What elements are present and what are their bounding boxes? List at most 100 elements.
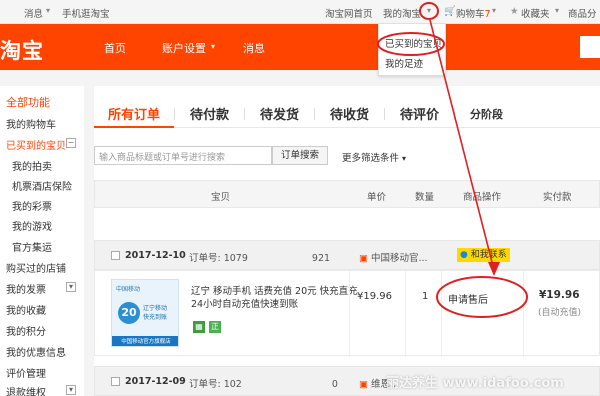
- contact-seller-button[interactable]: ● 和我联系: [457, 248, 510, 262]
- thumb-brand: 中国移动: [116, 286, 141, 293]
- nav-home[interactable]: 首页: [104, 40, 126, 56]
- thumb-line-2: 快充到账: [143, 314, 168, 321]
- taobao-logo[interactable]: 淘宝: [0, 35, 44, 65]
- column-divider: [349, 271, 350, 357]
- sidebar-item-bought[interactable]: 已买到的宝贝: [6, 137, 66, 152]
- my-taobao-chevron-icon[interactable]: ▾: [427, 6, 431, 15]
- cart-chevron-icon[interactable]: ▾: [492, 6, 496, 15]
- dropdown-footprints[interactable]: 我的足迹: [385, 56, 423, 70]
- order-search-input[interactable]: 输入商品标题或订单号进行搜索: [94, 146, 272, 165]
- product-thumbnail[interactable]: 中国移动 20 辽宁移动 快充到账 中国移动官方旗舰店: [111, 279, 179, 347]
- unit-price: ¥19.96: [357, 291, 392, 302]
- product-title-link[interactable]: 辽宁 移动手机 话费充值 20元 快充直充 24小时自动充值快速到账: [191, 285, 361, 311]
- order-date: 2017-12-10: [125, 250, 186, 261]
- watermark: 丽达养生 www.idafoo.com: [386, 376, 564, 391]
- order-tabs: 所有订单 待付款 待发货 待收货 待评价 分阶段: [94, 100, 600, 128]
- expand-icon[interactable]: −: [66, 138, 76, 148]
- tab-installments[interactable]: 分阶段: [470, 106, 503, 122]
- paid-amount: ¥19.96: [539, 289, 580, 301]
- my-taobao-link[interactable]: 我的淘宝: [383, 6, 421, 20]
- sidebar-item-shipping[interactable]: 官方集运: [12, 239, 52, 254]
- column-divider: [523, 271, 524, 357]
- column-divider: [441, 271, 442, 357]
- tab-divider: [454, 108, 455, 120]
- sidebar-title: 全部功能: [6, 96, 50, 109]
- thumb-band: 中国移动官方旗舰店: [112, 336, 178, 346]
- my-taobao-dropdown: 已买到的宝贝 我的足迹: [378, 24, 446, 76]
- mobile-taobao-link[interactable]: 手机逛淘宝: [62, 6, 110, 20]
- orders-panel: 所有订单 待付款 待发货 待收货 待评价 分阶段 输入商品标题或订单号进行搜索 …: [94, 86, 600, 396]
- cart-link[interactable]: 购物车7: [456, 6, 491, 20]
- column-header-item: 宝贝: [211, 192, 231, 203]
- thumb-value: 20: [118, 302, 140, 324]
- sidebar: 全部功能 我的购物车 已买到的宝贝 − 我的拍卖 机票酒店保险 我的彩票 我的游…: [0, 86, 84, 396]
- order-number: 订单号: 1079 921: [189, 253, 331, 264]
- sidebar-item-shops[interactable]: 购买过的店铺: [6, 260, 66, 275]
- more-filters-link[interactable]: 更多筛选条件 ▾: [342, 150, 406, 164]
- messages-link[interactable]: 消息: [24, 6, 43, 20]
- tab-pending-receipt[interactable]: 待收货: [330, 104, 369, 123]
- column-header-actions: 商品操作: [463, 192, 502, 203]
- sidebar-item-invoice[interactable]: 我的发票: [6, 281, 46, 296]
- column-header-quantity: 数量: [415, 192, 435, 203]
- nav-account-settings[interactable]: 账户设置: [162, 40, 206, 56]
- order-checkbox[interactable]: [111, 377, 120, 386]
- expand-icon[interactable]: ▾: [66, 385, 76, 395]
- tab-divider: [384, 108, 385, 120]
- guarantee-badge-icon[interactable]: ▦: [193, 321, 205, 333]
- seller-center-link[interactable]: 商品分: [568, 6, 597, 20]
- sidebar-item-travel[interactable]: 机票酒店保险: [12, 178, 72, 193]
- favorites-link[interactable]: 收藏夹: [521, 6, 550, 20]
- chevron-down-icon[interactable]: ▾: [46, 6, 50, 15]
- tab-divider: [314, 108, 315, 120]
- dropdown-bought-items[interactable]: 已买到的宝贝: [385, 36, 442, 50]
- column-header-paid: 实付款: [543, 192, 572, 203]
- order-header: 2017-12-10 订单号: 1079 921 ▣ 中国移动官... ● 和我联…: [94, 240, 600, 270]
- tab-divider: [244, 108, 245, 120]
- favorites-chevron-icon[interactable]: ▾: [555, 6, 559, 15]
- after-sales-link[interactable]: 申请售后: [448, 291, 488, 306]
- top-bar: 消息 ▾ 手机逛淘宝 淘宝网首页 我的淘宝 ▾ 🛒 购物车7 ▾ ★ 收藏夹 ▾…: [0, 0, 600, 24]
- sidebar-item-reviews[interactable]: 评价管理: [6, 365, 46, 380]
- shop-icon: ▣: [359, 253, 368, 264]
- cart-count: 7: [484, 9, 491, 20]
- sidebar-item-points[interactable]: 我的积分: [6, 323, 46, 338]
- table-header: 宝贝 单价 数量 商品操作 实付款: [94, 180, 600, 208]
- chevron-down-icon: ▾: [402, 154, 407, 163]
- shop-name[interactable]: ▣ 中国移动官...: [359, 250, 428, 264]
- order-number: 订单号: 102 0: [189, 379, 338, 390]
- quantity: 1: [422, 291, 429, 302]
- order-checkbox[interactable]: [111, 251, 120, 260]
- tab-pending-review[interactable]: 待评价: [400, 104, 439, 123]
- tab-all-orders[interactable]: 所有订单: [108, 104, 160, 123]
- tab-divider: [174, 108, 175, 120]
- header-search-input[interactable]: [580, 36, 600, 58]
- order-date: 2017-12-09: [125, 376, 186, 387]
- sidebar-item-cart[interactable]: 我的购物车: [6, 116, 56, 131]
- sidebar-item-games[interactable]: 我的游戏: [12, 218, 52, 233]
- order-item-row: 中国移动 20 辽宁移动 快充到账 中国移动官方旗舰店 辽宁 移动手机 话费充值…: [94, 270, 600, 357]
- tab-pending-payment[interactable]: 待付款: [190, 104, 229, 123]
- active-tab-indicator: [94, 126, 174, 128]
- shop-icon: ▣: [359, 379, 368, 390]
- cart-icon[interactable]: 🛒: [444, 6, 456, 17]
- tab-pending-shipment[interactable]: 待发货: [260, 104, 299, 123]
- sidebar-item-coupons[interactable]: 我的优惠信息: [6, 344, 66, 359]
- expand-icon[interactable]: ▾: [66, 282, 76, 292]
- sidebar-item-lottery[interactable]: 我的彩票: [12, 198, 52, 213]
- taobao-home-link[interactable]: 淘宝网首页: [325, 6, 373, 20]
- sidebar-item-auction[interactable]: 我的拍卖: [12, 158, 52, 173]
- sidebar-item-favorites[interactable]: 我的收藏: [6, 302, 46, 317]
- order-search-button[interactable]: 订单搜索: [272, 146, 328, 165]
- thumb-line-1: 辽宁移动: [143, 305, 168, 312]
- sidebar-item-refunds[interactable]: 退款维权: [6, 384, 46, 396]
- star-icon[interactable]: ★: [510, 6, 519, 17]
- paid-note: (自动充值): [538, 308, 582, 318]
- main-header: 淘宝 首页 账户设置 ▾ 消息: [0, 24, 600, 70]
- account-chevron-icon[interactable]: ▾: [211, 42, 215, 51]
- genuine-badge-icon[interactable]: 正: [209, 321, 221, 333]
- nav-messages[interactable]: 消息: [243, 40, 265, 56]
- chat-icon: ●: [460, 250, 468, 260]
- column-divider: [405, 271, 406, 357]
- column-header-price: 单价: [367, 192, 387, 203]
